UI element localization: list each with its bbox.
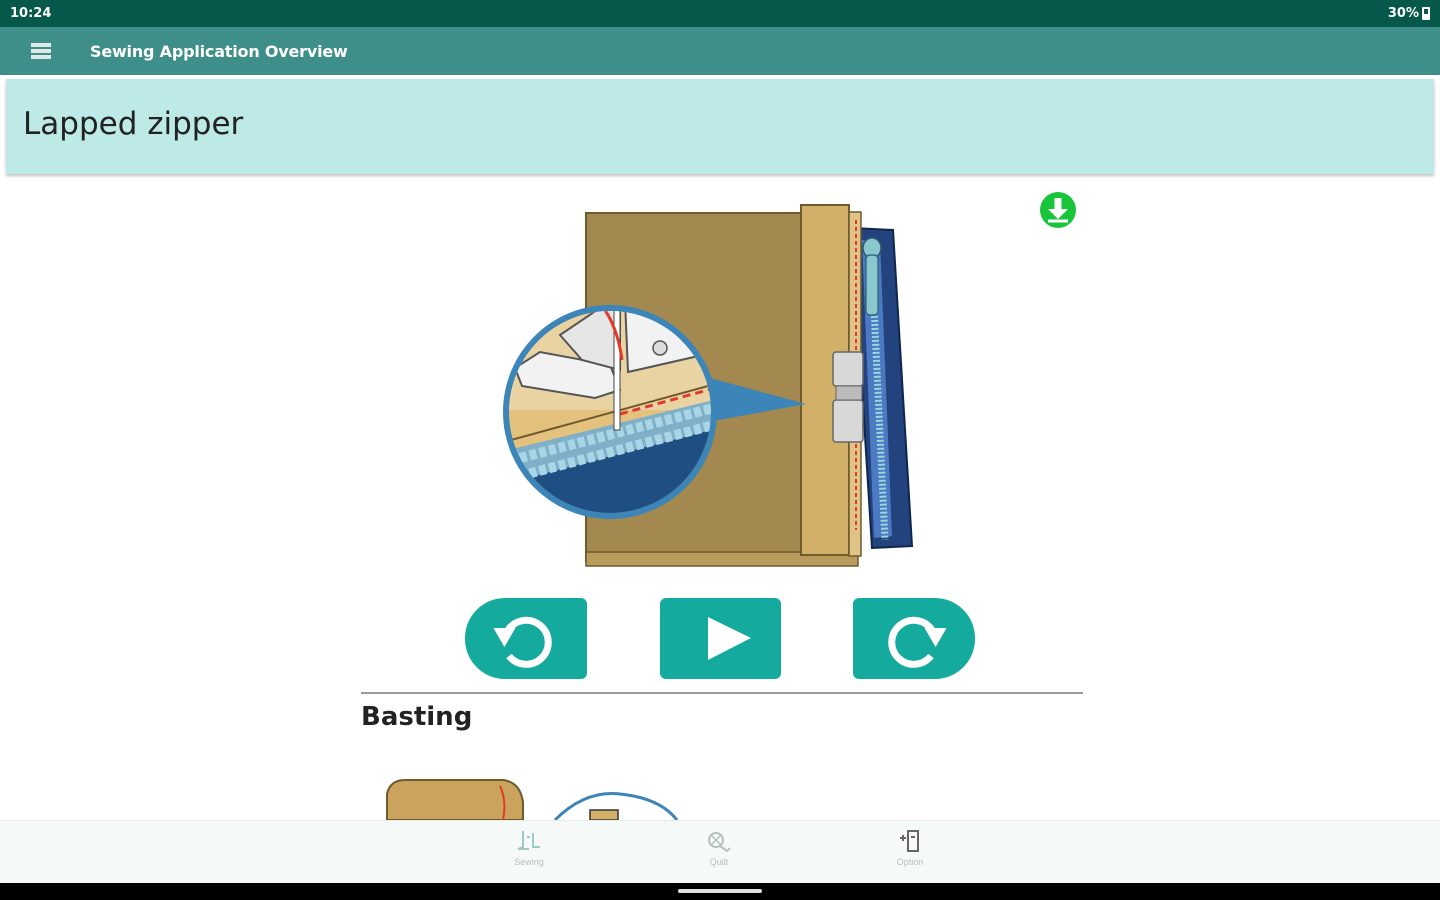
app-bar: Sewing Application Overview bbox=[0, 27, 1440, 75]
nav-item-sewing[interactable]: Sewing bbox=[489, 829, 569, 881]
gesture-bar bbox=[0, 883, 1440, 900]
screen: 10:24 30% Sewing Application Overview La… bbox=[0, 0, 1440, 900]
rotate-back-icon bbox=[493, 616, 552, 668]
status-bar: 10:24 30% bbox=[0, 0, 1440, 27]
divider bbox=[361, 692, 1083, 694]
download-icon[interactable] bbox=[1039, 191, 1077, 229]
basting-illustration bbox=[385, 776, 685, 820]
option-icon bbox=[900, 830, 919, 852]
previous-step-button[interactable] bbox=[465, 598, 587, 679]
home-gesture-handle[interactable] bbox=[678, 889, 762, 893]
play-icon bbox=[708, 617, 751, 660]
title-card: Lapped zipper bbox=[6, 79, 1434, 174]
next-step-button[interactable] bbox=[853, 598, 975, 679]
nav-label-option: Option bbox=[896, 857, 924, 867]
status-right: 30% bbox=[1388, 6, 1430, 21]
sewing-foot-icon bbox=[517, 831, 540, 850]
play-button[interactable] bbox=[660, 598, 781, 679]
quilt-icon bbox=[708, 832, 731, 853]
page-title: Lapped zipper bbox=[23, 106, 244, 142]
bottom-navigation: Sewing Quilt Option bbox=[0, 820, 1440, 883]
battery-percentage: 30% bbox=[1387, 6, 1419, 21]
nav-item-quilt[interactable]: Quilt bbox=[679, 829, 759, 881]
app-title: Sewing Application Overview bbox=[90, 42, 348, 61]
nav-item-option[interactable]: Option bbox=[870, 829, 950, 881]
battery-icon bbox=[1422, 7, 1430, 20]
hamburger-menu-icon[interactable] bbox=[31, 43, 51, 59]
step-title: Basting bbox=[361, 702, 473, 732]
nav-label-sewing: Sewing bbox=[514, 857, 544, 867]
nav-label-quilt: Quilt bbox=[709, 857, 729, 867]
lapped-zipper-illustration bbox=[500, 200, 920, 575]
status-time: 10:24 bbox=[10, 6, 52, 21]
rotate-forward-icon bbox=[888, 616, 947, 668]
